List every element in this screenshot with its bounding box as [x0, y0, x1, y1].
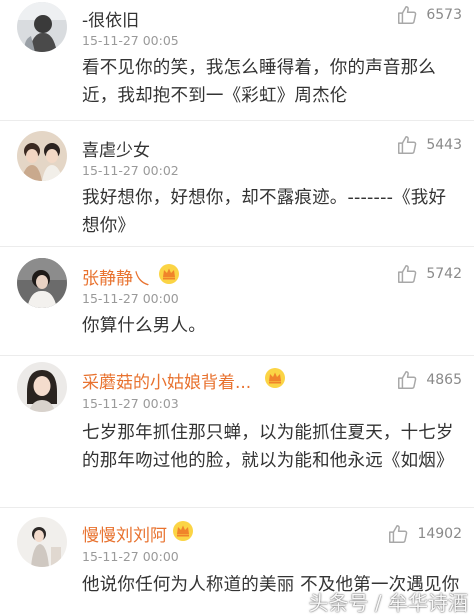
crown-badge-icon [265, 368, 285, 388]
watermark: 头条号 / 牟华诗酒 [308, 591, 468, 615]
like-button[interactable]: 14902 [387, 523, 462, 545]
like-count: 5742 [426, 266, 462, 282]
timestamp: 15-11-27 00:05 [82, 33, 179, 48]
username[interactable]: 张静静乀 [82, 264, 150, 289]
comment-text: 七岁那年抓住那只蝉，以为能抓住夏天，十七岁的那年吻过他的脸，就以为能和他永远《如… [82, 423, 454, 471]
crown-badge-icon [173, 521, 193, 541]
like-button[interactable]: 4865 [396, 369, 462, 391]
thumbs-up-icon [398, 6, 417, 24]
divider [0, 246, 474, 247]
username[interactable]: 采蘑菇的小姑娘背着... [82, 368, 251, 393]
comment-text: 我好想你，好想你，却不露痕迹。-------《我好想你》 [82, 188, 447, 236]
username[interactable]: -很依旧 [82, 6, 139, 31]
like-count: 4865 [426, 372, 462, 388]
username[interactable]: 喜虐少女 [82, 136, 150, 161]
crown-badge-icon [159, 264, 179, 284]
like-button[interactable]: 5742 [396, 263, 462, 285]
username[interactable]: 慢慢刘刘阿 [82, 521, 167, 546]
timestamp: 15-11-27 00:00 [82, 549, 179, 564]
like-button[interactable]: 6573 [396, 4, 462, 26]
thumbs-up-icon [389, 525, 408, 543]
avatar[interactable] [17, 2, 67, 52]
like-count: 6573 [426, 7, 462, 23]
comment-text: 你算什么男人。 [82, 316, 206, 336]
avatar[interactable] [17, 517, 67, 567]
timestamp: 15-11-27 00:00 [82, 291, 179, 306]
comment-text: 看不见你的笑，我怎么睡得着，你的声音那么近，我却抱不到一《彩虹》周杰伦 [82, 58, 436, 106]
avatar[interactable] [17, 258, 67, 308]
timestamp: 15-11-27 00:02 [82, 163, 179, 178]
thumbs-up-icon [398, 265, 417, 283]
like-button[interactable]: 5443 [396, 134, 462, 156]
avatar[interactable] [17, 362, 67, 412]
like-count: 14902 [417, 526, 462, 542]
avatar[interactable] [17, 131, 67, 181]
divider [0, 120, 474, 121]
like-count: 5443 [426, 137, 462, 153]
timestamp: 15-11-27 00:03 [82, 396, 179, 411]
divider [0, 507, 474, 508]
divider [0, 355, 474, 356]
thumbs-up-icon [398, 371, 417, 389]
thumbs-up-icon [398, 136, 417, 154]
comment-item: -很依旧 15-11-27 00:05 6573 看不见你的笑，我怎么睡得着，你… [0, 0, 474, 122]
